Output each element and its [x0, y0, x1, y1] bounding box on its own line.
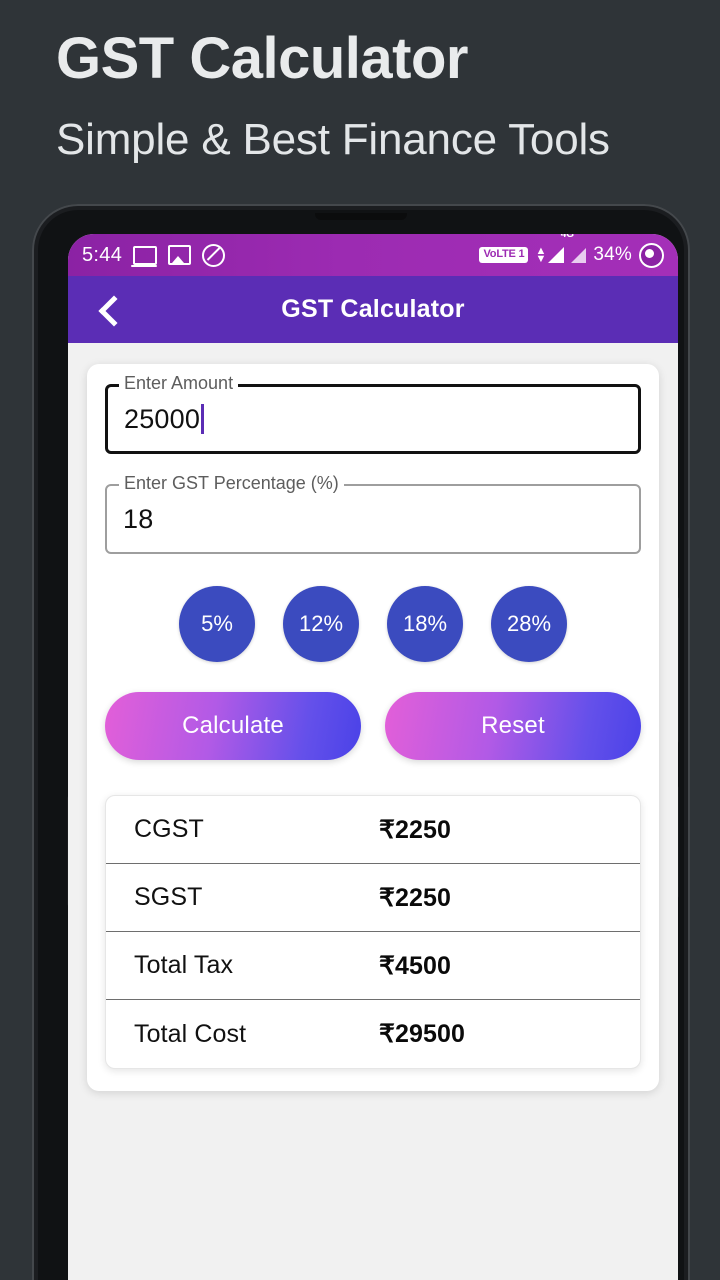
amount-input[interactable]: 25000 — [105, 384, 641, 454]
gst-percent-field-label: Enter GST Percentage (%) — [119, 473, 344, 494]
battery-percent-label: 34% — [593, 244, 632, 265]
table-row: Total Cost ₹29500 — [106, 1000, 640, 1068]
phone-screen: 5:44 VoLTE 1 ▲ ▼ 4G 34% GST Calculator E… — [68, 234, 678, 1280]
gst-percent-field[interactable]: Enter GST Percentage (%) 18 — [105, 473, 641, 554]
signal-icon — [571, 247, 587, 263]
table-row: Total Tax ₹4500 — [106, 932, 640, 1000]
signal-4g-icon: ▲ ▼ 4G — [535, 234, 574, 265]
action-button-group: Calculate Reset — [105, 692, 641, 760]
table-row: CGST ₹2250 — [106, 796, 640, 864]
calculator-card: Enter Amount 25000 Enter GST Percentage … — [87, 364, 659, 1091]
phone-frame: 5:44 VoLTE 1 ▲ ▼ 4G 34% GST Calculator E… — [32, 204, 690, 1280]
gst-preset-group: 5% 12% 18% 28% — [105, 586, 641, 662]
status-bar-right: VoLTE 1 ▲ ▼ 4G 34% — [479, 234, 664, 268]
calculate-button[interactable]: Calculate — [105, 692, 361, 760]
app-bar: GST Calculator — [68, 276, 678, 343]
preset-button-5[interactable]: 5% — [179, 586, 255, 662]
result-label-cgst: CGST — [134, 815, 204, 843]
volte-badge: VoLTE 1 — [479, 247, 529, 263]
result-label-sgst: SGST — [134, 883, 203, 911]
data-arrows-icon: ▲ ▼ — [535, 245, 547, 265]
promo-header: GST Calculator Simple & Best Finance Too… — [0, 0, 720, 200]
page-title: GST Calculator — [281, 295, 465, 323]
result-value-cgst: ₹2250 — [379, 815, 452, 844]
amount-field-label: Enter Amount — [119, 373, 239, 394]
image-icon — [168, 245, 192, 265]
result-value-total-cost: ₹29500 — [379, 1020, 466, 1048]
gst-percent-input[interactable]: 18 — [105, 484, 641, 554]
table-row: SGST ₹2250 — [106, 864, 640, 932]
promo-title: GST Calculator — [56, 26, 468, 91]
back-chevron-icon[interactable] — [94, 295, 124, 325]
amount-field[interactable]: Enter Amount 25000 — [105, 373, 641, 454]
status-time: 5:44 — [82, 243, 123, 266]
battery-circle-icon — [639, 242, 664, 268]
text-caret — [201, 404, 205, 434]
laptop-icon — [131, 245, 158, 267]
network-type-label: 4G — [560, 234, 575, 240]
result-value-total-tax: ₹4500 — [379, 951, 452, 980]
status-bar: 5:44 VoLTE 1 ▲ ▼ 4G 34% — [68, 234, 678, 276]
do-not-disturb-icon — [202, 243, 226, 267]
amount-input-value: 25000 — [124, 403, 201, 434]
preset-button-28[interactable]: 28% — [491, 586, 567, 662]
result-value-sgst: ₹2250 — [379, 883, 452, 912]
reset-button[interactable]: Reset — [385, 692, 641, 760]
preset-button-18[interactable]: 18% — [387, 586, 463, 662]
gst-percent-input-value: 18 — [123, 503, 154, 534]
status-bar-left: 5:44 — [82, 243, 226, 267]
phone-earpiece-notch — [315, 213, 407, 220]
result-label-total-cost: Total Cost — [134, 1019, 247, 1048]
preset-button-12[interactable]: 12% — [283, 586, 359, 662]
result-label-total-tax: Total Tax — [134, 951, 234, 979]
screen-content: Enter Amount 25000 Enter GST Percentage … — [68, 343, 678, 1280]
results-card: CGST ₹2250 SGST ₹2250 Total Tax ₹4500 To… — [105, 795, 641, 1069]
promo-subtitle: Simple & Best Finance Tools — [56, 115, 610, 164]
